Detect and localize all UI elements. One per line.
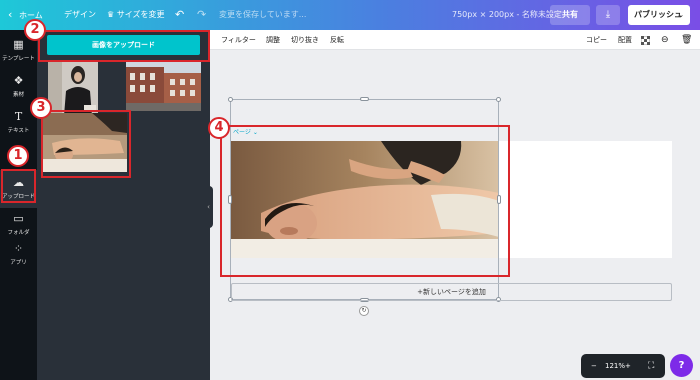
document-size-title: 750px × 200px - 名称未設定 — [452, 10, 562, 19]
folder-icon: ▭ — [13, 212, 24, 225]
annotation-badge-3: 3 — [30, 97, 52, 119]
annotation-badge-4: 4 — [208, 117, 230, 139]
zoom-out-button[interactable]: − — [591, 354, 597, 378]
fullscreen-icon[interactable]: ⛶ — [648, 354, 654, 378]
rail-label: テンプレート — [2, 56, 35, 62]
chevron-down-icon: ⌄ — [678, 11, 684, 19]
flip-button[interactable]: 反転 — [330, 30, 344, 50]
resize-handle-top-right[interactable] — [496, 97, 501, 102]
zoom-level[interactable]: 121% — [605, 354, 625, 378]
elements-icon: ❖ — [13, 74, 24, 87]
rail-label: テキスト — [7, 128, 30, 134]
resize-handle-top[interactable] — [360, 97, 369, 101]
chevron-left-icon: ‹ — [8, 8, 13, 21]
zoom-control: − 121% + ⛶ — [581, 354, 665, 378]
resize-button[interactable]: ♛ サイズを変更 — [107, 0, 164, 30]
add-page-button[interactable]: +新しいページを追加 — [231, 283, 672, 301]
upload-thumbnail-street[interactable] — [126, 61, 201, 111]
annotation-box-1 — [1, 169, 36, 203]
download-icon[interactable]: ⤓ — [596, 5, 620, 25]
trash-icon[interactable]: 🗑 — [681, 30, 692, 50]
rail-item-apps[interactable]: ⁘ アプリ — [0, 236, 37, 274]
annotation-box-2 — [38, 30, 210, 62]
publish-button[interactable]: パブリッシュ ⌄ — [628, 5, 690, 25]
adjust-button[interactable]: 調整 — [266, 30, 280, 50]
uploads-panel: 画像をアップロード — [37, 30, 210, 380]
crop-button[interactable]: 切り抜き — [291, 30, 319, 50]
link-icon[interactable]: ⊖ — [661, 30, 669, 50]
collapse-panel-tab[interactable]: ‹ — [204, 186, 213, 228]
zoom-in-button[interactable]: + — [625, 354, 631, 378]
left-rail: ▦ テンプレート ❖ 素材 T テキスト ☁ アップロード ▭ フォルダ ⁘ ア… — [0, 30, 37, 380]
arrange-button[interactable]: 配置 — [618, 30, 632, 50]
rail-label: フォルダ — [7, 230, 30, 236]
help-button[interactable]: ? — [670, 354, 693, 377]
filter-button[interactable]: フィルター — [221, 30, 256, 50]
design-menu[interactable]: デザイン — [64, 0, 96, 30]
transparency-icon[interactable] — [640, 30, 651, 50]
rotate-icon[interactable]: ↻ — [359, 306, 369, 316]
chevron-left-icon: ‹ — [207, 203, 210, 211]
resize-handle-top-left[interactable] — [228, 97, 233, 102]
copy-button[interactable]: コピー — [586, 30, 607, 50]
rail-label: 素材 — [12, 92, 24, 98]
share-button[interactable]: 共有 — [550, 5, 590, 25]
annotation-badge-2: 2 — [24, 19, 46, 41]
editor-toolbar: フィルター 調整 切り抜き 反転 コピー 配置 ⊖ 🗑 — [210, 30, 700, 50]
annotation-box-3 — [41, 110, 131, 178]
apps-icon: ⁘ — [13, 242, 24, 255]
rail-label: アプリ — [10, 260, 27, 266]
street-photo — [126, 61, 201, 111]
redo-icon[interactable]: ↷ — [197, 0, 206, 30]
undo-icon[interactable]: ↶ — [175, 0, 184, 30]
annotation-box-4 — [220, 125, 510, 277]
crown-icon: ♛ — [107, 10, 115, 19]
save-status: 変更を保存しています... — [219, 10, 307, 19]
publish-label: パブリッシュ — [634, 10, 682, 19]
top-bar: ‹ ホーム デザイン ♛ サイズを変更 ↶ ↷ 変更を保存しています... 75… — [0, 0, 700, 30]
annotation-badge-1: 1 — [7, 145, 29, 167]
resize-label: サイズを変更 — [116, 10, 165, 19]
